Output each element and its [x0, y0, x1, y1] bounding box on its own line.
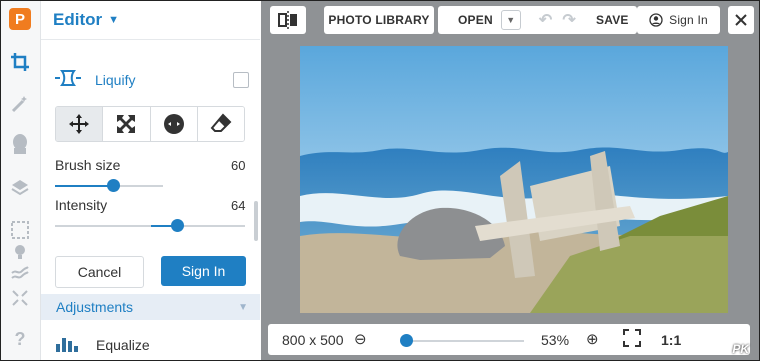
chevron-down-icon[interactable]: ▼: [108, 14, 119, 26]
open-dropdown-icon[interactable]: ▼: [500, 10, 521, 30]
file-toolbar: OPEN ▼ ↶ ↷ SAVE: [438, 6, 637, 34]
adjustments-label: Adjustments: [56, 299, 134, 315]
brush-size-fill: [55, 185, 114, 187]
zoom-slider[interactable]: [406, 340, 524, 342]
logo-icon[interactable]: P: [9, 8, 31, 30]
panel-scrollbar[interactable]: [254, 201, 258, 241]
redo-icon[interactable]: ↷: [562, 10, 576, 30]
zoom-out-icon[interactable]: ⊖: [354, 330, 367, 348]
intensity-slider[interactable]: [55, 225, 245, 227]
adjustments-section[interactable]: Adjustments ▼: [41, 294, 260, 320]
tool-name-label: Liquify: [95, 72, 136, 88]
intensity-label: Intensity: [55, 197, 108, 213]
panel-header: Editor ▼: [41, 1, 260, 40]
panel-sign-in-button[interactable]: Sign In: [161, 256, 246, 286]
equalize-label: Equalize: [96, 337, 150, 353]
equalize-item[interactable]: Equalize: [56, 337, 150, 353]
fit-screen-icon[interactable]: [623, 329, 641, 351]
zoom-percent: 53%: [541, 332, 570, 348]
brush-size-label: Brush size: [55, 157, 121, 173]
bloat-icon: [163, 114, 184, 134]
texture-icon[interactable]: [9, 261, 31, 283]
watermark: PK: [732, 342, 749, 356]
liquify-icon: [53, 68, 85, 92]
help-icon[interactable]: ?: [9, 328, 31, 350]
magic-wand-icon[interactable]: [9, 93, 31, 115]
close-button[interactable]: [728, 6, 754, 34]
photo-canvas[interactable]: [300, 46, 728, 313]
tool-info-icon[interactable]: [233, 72, 249, 88]
portrait-icon[interactable]: [9, 133, 31, 155]
image-dimensions: 800 x 500: [282, 332, 344, 348]
light-bulb-icon[interactable]: [9, 241, 31, 263]
equalize-icon: [56, 338, 78, 352]
sign-in-button[interactable]: Sign In: [637, 6, 720, 34]
actual-size-button[interactable]: 1:1: [661, 332, 681, 348]
liquify-toolset: [55, 106, 245, 142]
compare-button[interactable]: [270, 6, 306, 34]
app-window: P ? Editor ▼ Liquify Brush size 60 Inten…: [0, 0, 760, 361]
brush-size-value: 60: [231, 158, 246, 173]
eraser-tool-button[interactable]: [197, 107, 244, 141]
eraser-icon: [210, 113, 232, 132]
pinch-tool-button[interactable]: [103, 107, 151, 141]
resize-icon[interactable]: [9, 287, 31, 309]
user-icon: [649, 13, 663, 27]
zoom-handle[interactable]: [400, 334, 413, 347]
undo-icon[interactable]: ↶: [539, 10, 553, 30]
layers-icon[interactable]: [9, 177, 31, 199]
editor-panel: Editor ▼ Liquify Brush size 60 Intensity…: [41, 1, 260, 360]
cancel-button[interactable]: Cancel: [55, 256, 144, 288]
pinch-icon: [117, 115, 136, 133]
zoom-bar: 800 x 500 ⊖ 53% ⊕ 1:1: [268, 324, 750, 355]
bloat-tool-button[interactable]: [150, 107, 198, 141]
open-button[interactable]: OPEN: [458, 13, 493, 27]
canvas-area: PHOTO LIBRARY OPEN ▼ ↶ ↷ SAVE Sign In 80…: [261, 1, 759, 360]
close-icon: [735, 14, 747, 26]
liquify-header: Liquify: [53, 67, 249, 93]
move-tool-button[interactable]: [56, 107, 104, 141]
move-icon: [69, 114, 90, 134]
chevron-down-icon: ▼: [238, 301, 248, 313]
intensity-value: 64: [231, 198, 246, 213]
beach-photo: [300, 46, 728, 313]
zoom-in-icon[interactable]: ⊕: [586, 330, 599, 348]
compare-icon: [278, 11, 297, 29]
intensity-handle[interactable]: [170, 219, 184, 232]
save-button[interactable]: SAVE: [596, 13, 629, 27]
brush-size-handle[interactable]: [107, 179, 121, 192]
tool-rail: P ?: [1, 1, 41, 360]
photo-library-button[interactable]: PHOTO LIBRARY: [324, 6, 434, 34]
frame-icon[interactable]: [9, 219, 31, 241]
crop-icon[interactable]: [9, 51, 31, 73]
sign-in-label: Sign In: [669, 13, 708, 27]
page-title[interactable]: Editor: [53, 10, 102, 30]
